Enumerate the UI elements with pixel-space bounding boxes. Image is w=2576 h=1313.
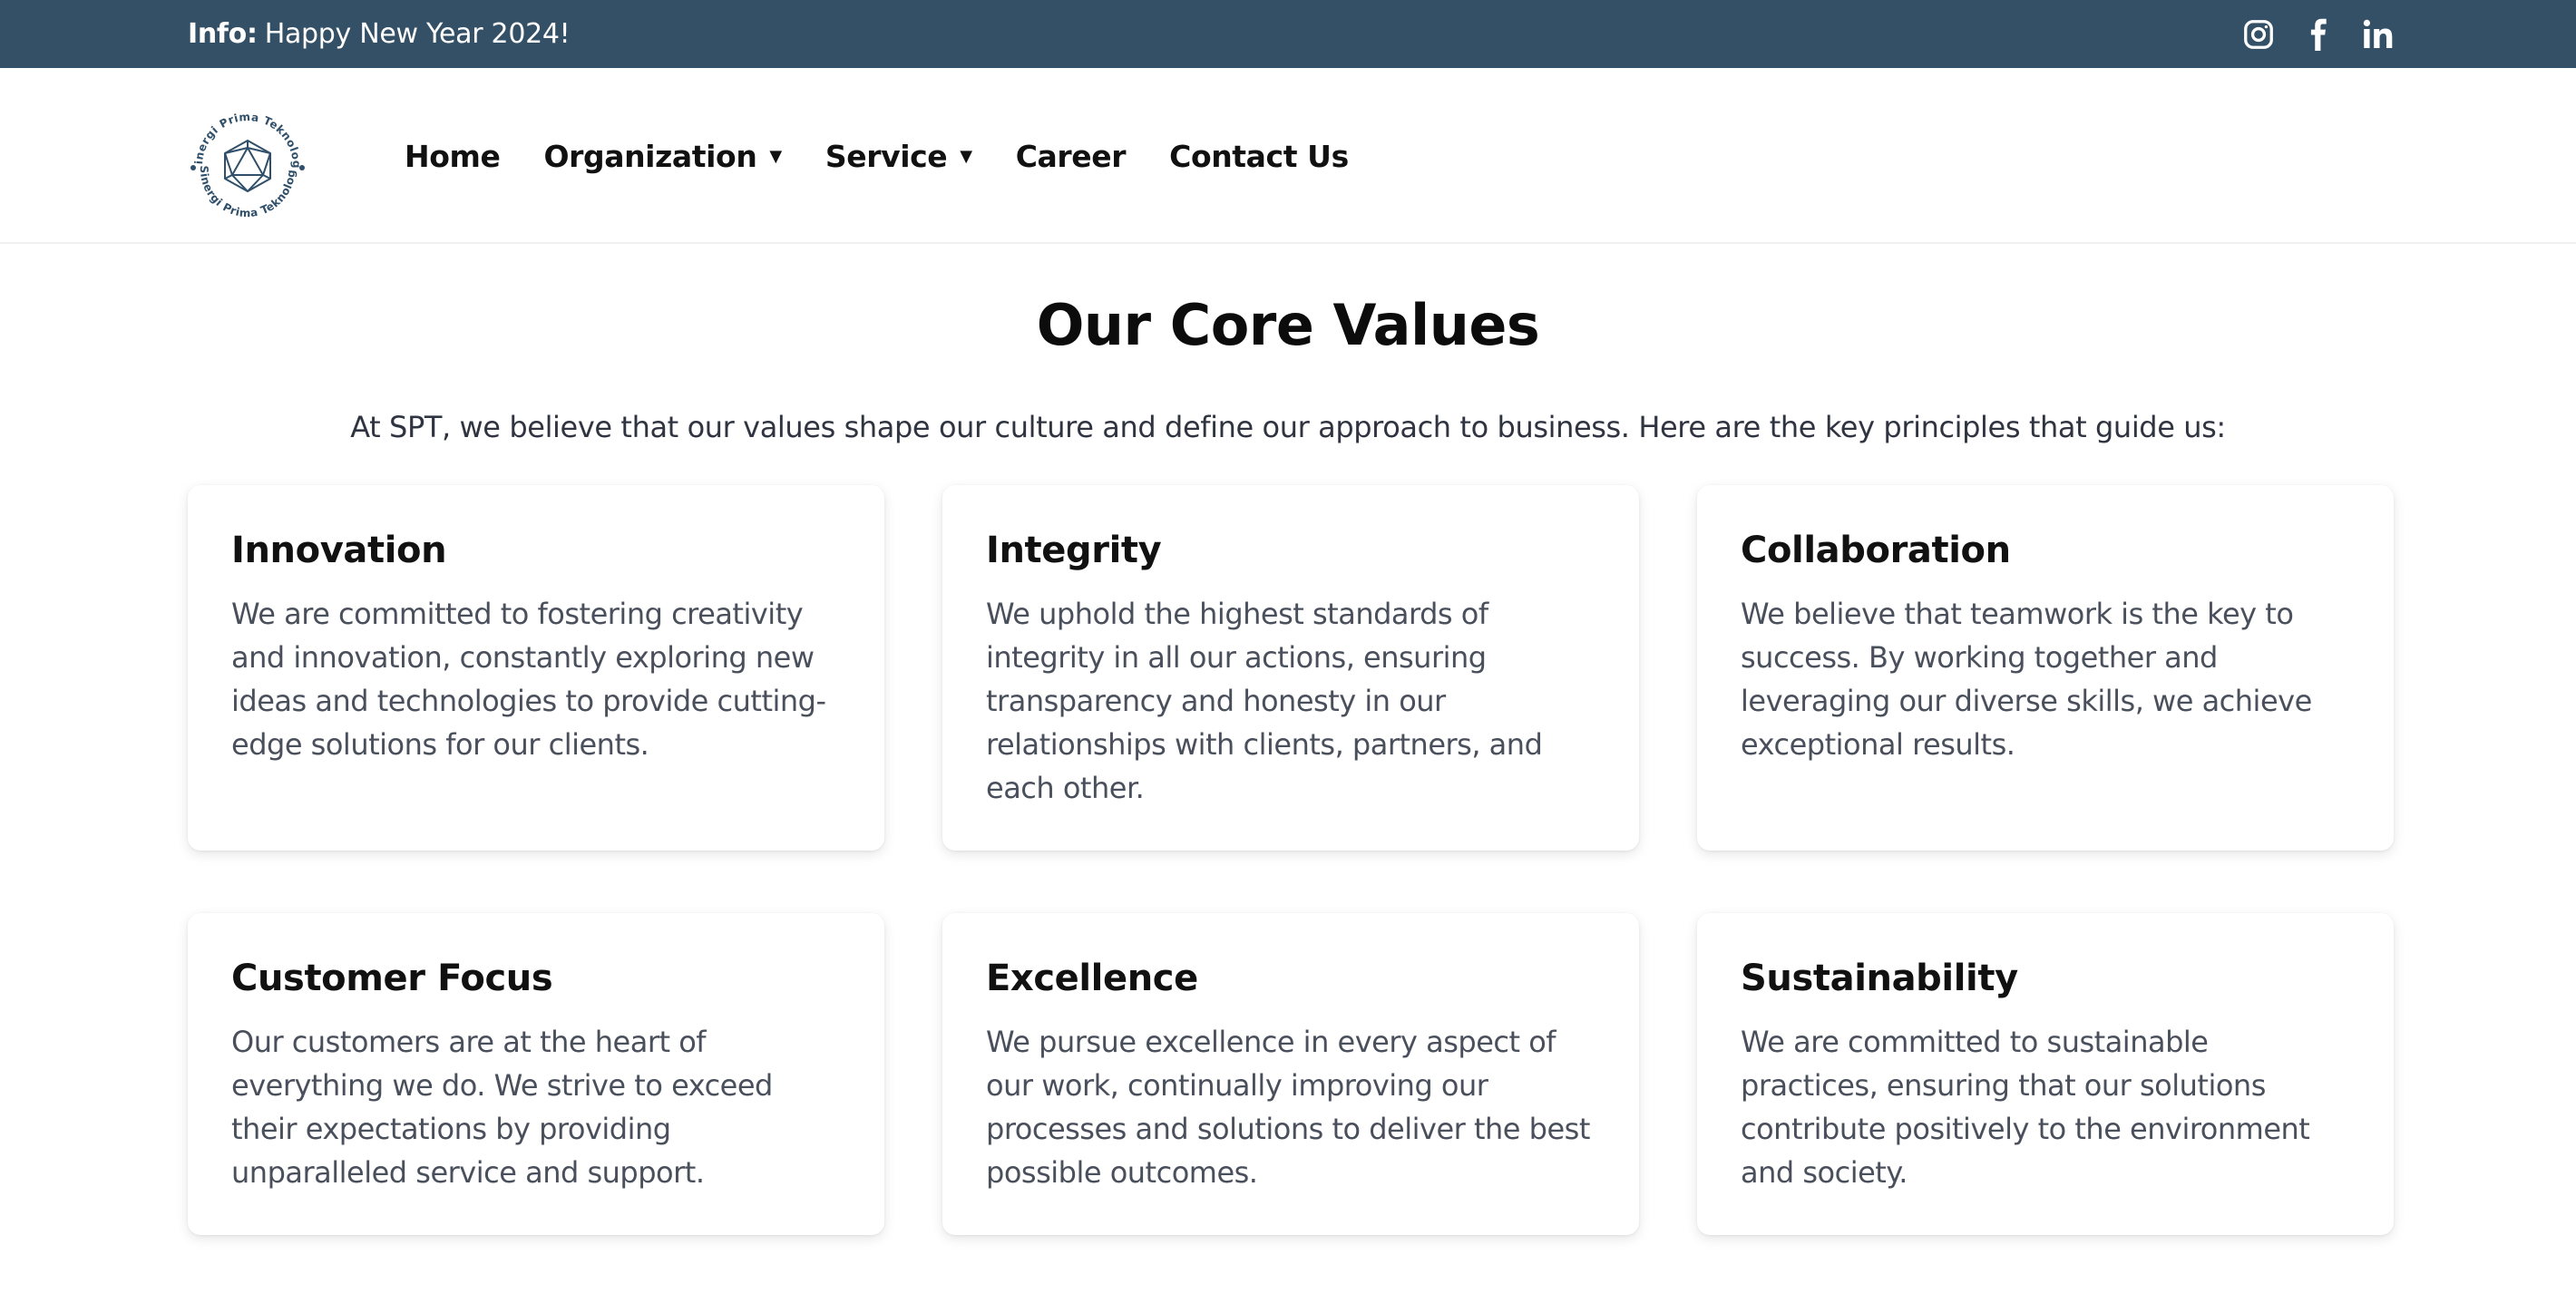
value-card-title: Customer Focus	[231, 958, 553, 999]
info-bar: Info: Happy New Year 2024!	[0, 0, 2576, 68]
page-title: Our Core Values	[1036, 292, 1540, 358]
value-card-customer-focus: Customer Focus Our customers are at the …	[188, 913, 884, 1235]
nav-organization-label: Organization	[543, 138, 757, 174]
value-card-text: We believe that teamwork is the key to s…	[1741, 597, 2312, 762]
info-label: Info:	[188, 18, 258, 50]
value-card-sustainability: Sustainability We are committed to susta…	[1697, 913, 2394, 1235]
instagram-icon	[2244, 19, 2273, 49]
value-card-text: We uphold the highest standards of integ…	[986, 597, 1543, 805]
value-card-title: Collaboration	[1741, 530, 2011, 571]
social-links	[2240, 0, 2396, 68]
value-card-integrity: Integrity We uphold the highest standard…	[942, 485, 1639, 851]
value-card-text: We are committed to sustainable practice…	[1741, 1025, 2310, 1190]
facebook-link[interactable]	[2300, 16, 2337, 53]
value-card-title: Integrity	[986, 530, 1162, 571]
nav-organization[interactable]: Organization ▼	[543, 138, 782, 174]
caret-down-icon: ▼	[960, 146, 972, 166]
info-text: Happy New Year 2024!	[264, 18, 571, 50]
nav-career[interactable]: Career	[1015, 138, 1127, 174]
nav-service[interactable]: Service ▼	[825, 139, 972, 174]
value-card-collaboration: Collaboration We believe that teamwork i…	[1697, 485, 2394, 851]
svg-text:Sinergi Prima Teknologi: Sinergi Prima Teknologi	[186, 104, 303, 169]
value-card-innovation: Innovation We are committed to fostering…	[188, 485, 884, 851]
value-card-text: We pursue excellence in every aspect of …	[986, 1025, 1590, 1190]
value-card-text: We are committed to fostering creativity…	[231, 597, 826, 762]
info-announcement: Info: Happy New Year 2024!	[188, 0, 571, 68]
nav-home-label: Home	[405, 138, 501, 174]
value-card-excellence: Excellence We pursue excellence in every…	[942, 913, 1639, 1235]
linkedin-link[interactable]	[2360, 16, 2396, 53]
value-card-text: Our customers are at the heart of everyt…	[231, 1025, 773, 1190]
main-nav: Home Organization ▼ Service ▼ Career Con…	[405, 68, 1392, 244]
company-logo[interactable]: Sinergi Prima Teknologi Sinergi Prima Te…	[181, 94, 309, 228]
logo-icosahedron-icon: Sinergi Prima Teknologi Sinergi Prima Te…	[181, 94, 305, 219]
linkedin-icon	[2363, 19, 2393, 48]
facebook-icon	[2310, 18, 2327, 51]
caret-down-icon: ▼	[769, 146, 782, 166]
intro-text: At SPT, we believe that our values shape…	[350, 410, 2226, 444]
instagram-link[interactable]	[2240, 16, 2277, 53]
value-card-title: Innovation	[231, 530, 447, 571]
site-header: Sinergi Prima Teknologi Sinergi Prima Te…	[0, 68, 2576, 244]
nav-service-label: Service	[825, 138, 948, 174]
value-card-title: Excellence	[986, 958, 1198, 999]
nav-contact-us[interactable]: Contact Us	[1169, 139, 1349, 174]
nav-home[interactable]: Home	[405, 138, 501, 174]
value-card-title: Sustainability	[1741, 958, 2018, 999]
nav-career-label: Career	[1015, 138, 1127, 174]
nav-contact-us-label: Contact Us	[1169, 138, 1349, 174]
